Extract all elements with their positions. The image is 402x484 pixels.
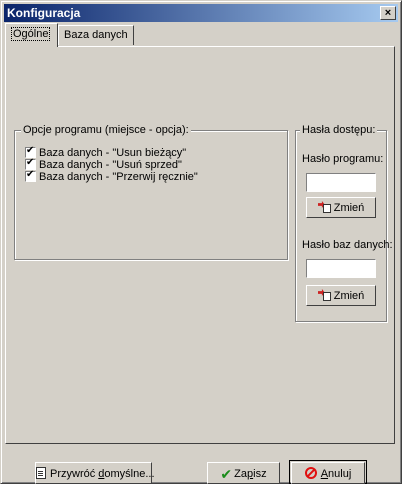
change-db-password-button[interactable]: Zmień <box>306 285 376 306</box>
program-password-label: Hasło programu: <box>302 153 384 165</box>
options-group-legend: Opcje programu (miejsce - opcja): <box>21 124 191 136</box>
config-window: Konfiguracja × Ogólne Baza danych Opcje … <box>0 0 402 484</box>
option-interrupt-manually-checkbox[interactable] <box>25 169 36 182</box>
save-button[interactable]: ✔ Zapisz <box>207 462 280 484</box>
swap-icon <box>317 289 332 301</box>
option-interrupt-manually[interactable]: Baza danych - "Przerwij ręcznie" <box>25 169 198 184</box>
title-bar[interactable]: Konfiguracja × <box>4 4 398 22</box>
passwords-group-legend: Hasła dostępu: <box>300 124 378 136</box>
db-password-input[interactable] <box>306 259 376 278</box>
option-label: Baza danych - "Usun bieżący" <box>39 147 187 159</box>
option-label: Baza danych - "Przerwij ręcznie" <box>39 171 198 183</box>
tab-general[interactable]: Ogólne <box>5 23 58 47</box>
cancel-button[interactable]: Anuluj <box>291 462 365 484</box>
close-icon: × <box>384 7 392 19</box>
db-password-label: Hasło baz danych: <box>302 239 393 251</box>
program-password-input[interactable] <box>306 173 376 192</box>
cancel-icon <box>304 467 317 479</box>
passwords-group: Hasła dostępu: Hasło programu: Zmień Has… <box>295 124 393 322</box>
tab-panel-general: Opcje programu (miejsce - opcja): Baza d… <box>5 46 395 444</box>
option-label: Baza danych - "Usuń sprzed" <box>39 159 182 171</box>
tab-database[interactable]: Baza danych <box>58 25 134 45</box>
document-icon <box>36 467 46 479</box>
checkmark-icon: ✔ <box>220 466 233 482</box>
options-group: Opcje programu (miejsce - opcja): Baza d… <box>14 124 288 260</box>
restore-defaults-button[interactable]: Przywróć domyślne... <box>35 462 155 484</box>
window-title: Konfiguracja <box>7 6 81 20</box>
swap-icon <box>317 201 332 213</box>
change-program-password-button[interactable]: Zmień <box>306 197 376 218</box>
close-button[interactable]: × <box>380 6 396 20</box>
